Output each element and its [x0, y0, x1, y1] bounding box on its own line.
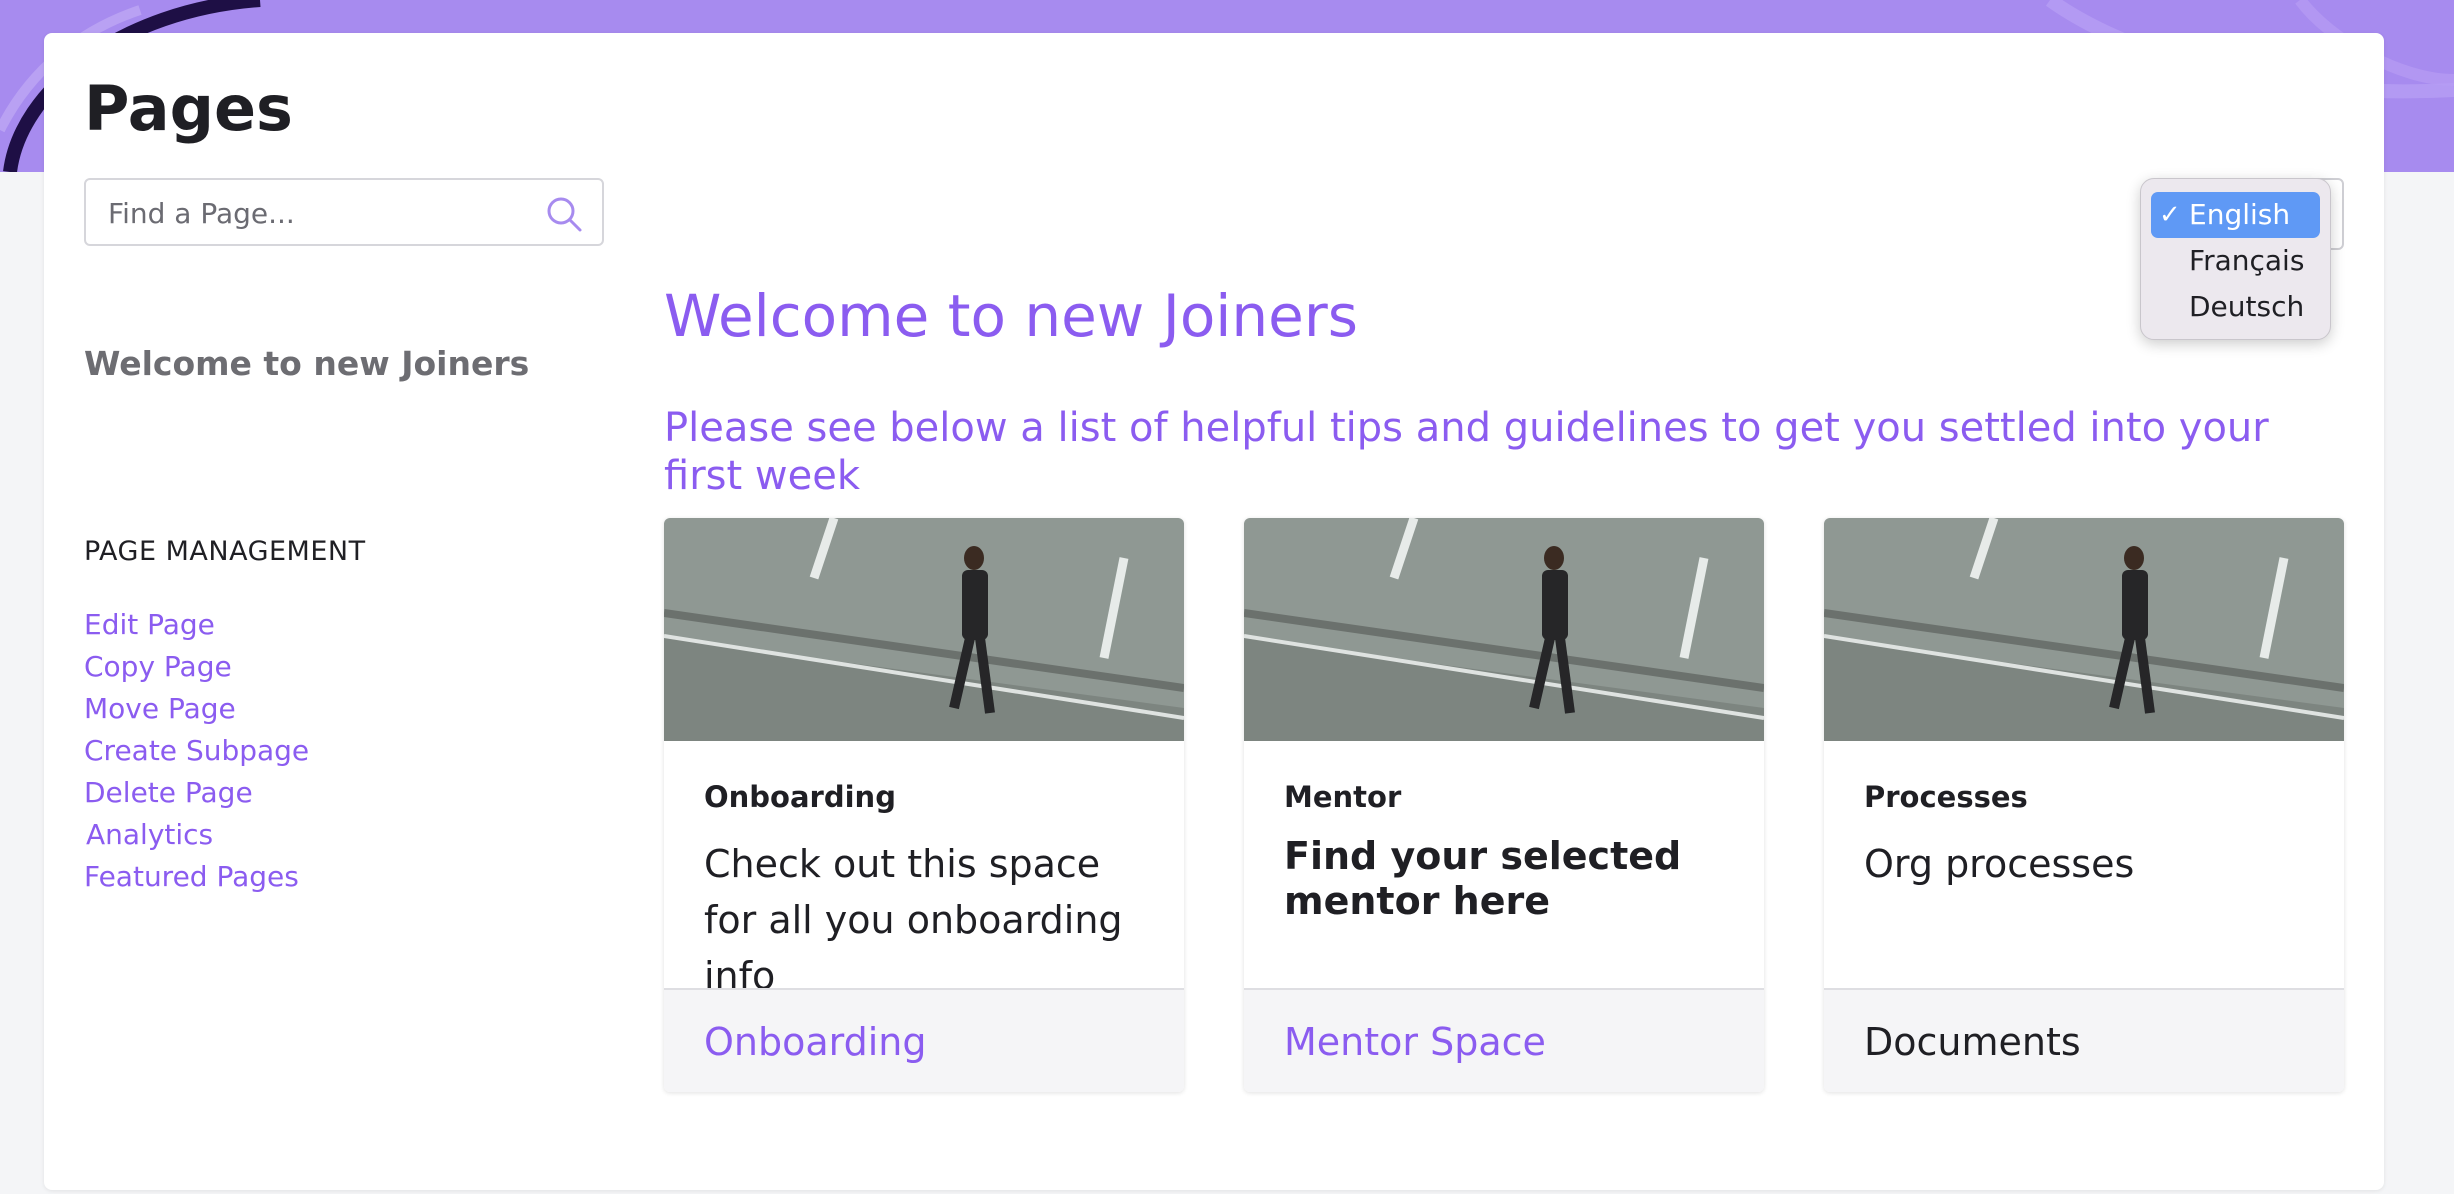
copy-page-link[interactable]: Copy Page — [84, 646, 309, 688]
language-option-label: English — [2189, 198, 2291, 231]
card-onboarding: Onboarding Check out this space for all … — [664, 518, 1184, 1092]
move-page-link[interactable]: Move Page — [84, 688, 309, 730]
card-footer: Documents — [1824, 988, 2344, 1092]
language-option-deutsch[interactable]: Deutsch — [2151, 284, 2320, 330]
main-subtitle: Please see below a list of helpful tips … — [664, 405, 2269, 499]
card-label: Mentor — [1284, 780, 1402, 814]
card-text: Check out this space for all you onboard… — [704, 842, 1123, 998]
card-label: Onboarding — [704, 780, 896, 814]
language-option-francais[interactable]: Français — [2151, 238, 2320, 284]
search-input[interactable] — [108, 194, 528, 232]
sidebar-current-page[interactable]: Welcome to new Joiners — [84, 344, 529, 383]
card-mentor: Mentor Find your selected mentor here Me… — [1244, 518, 1764, 1092]
card-processes: Processes Org processes Documents — [1824, 518, 2344, 1092]
language-dropdown-menu: ✓ English Français Deutsch — [2140, 178, 2331, 340]
page-title: Pages — [84, 72, 293, 145]
mentor-space-link[interactable]: Mentor Space — [1284, 1020, 1546, 1064]
documents-link[interactable]: Documents — [1864, 1020, 2081, 1064]
main-title: Welcome to new Joiners — [664, 282, 1358, 350]
card-image — [1824, 518, 2344, 741]
card-image — [664, 518, 1184, 741]
analytics-link[interactable]: Analytics — [84, 814, 309, 856]
create-subpage-link[interactable]: Create Subpage — [84, 730, 309, 772]
onboarding-link[interactable]: Onboarding — [704, 1020, 927, 1064]
language-option-label: Français — [2189, 244, 2305, 277]
featured-pages-link[interactable]: Featured Pages — [84, 856, 309, 898]
card-footer: Onboarding — [664, 988, 1184, 1092]
page-management-header: PAGE MANAGEMENT — [84, 536, 366, 567]
card-image — [1244, 518, 1764, 741]
search-box[interactable] — [84, 178, 604, 246]
search-icon[interactable] — [544, 194, 584, 234]
checkmark-icon: ✓ — [2159, 200, 2181, 230]
delete-page-link[interactable]: Delete Page — [84, 772, 309, 814]
language-option-label: Deutsch — [2189, 290, 2305, 323]
card-grid: Onboarding Check out this space for all … — [664, 518, 2346, 1092]
card-text: Find your selected mentor here — [1284, 834, 1682, 923]
edit-page-link[interactable]: Edit Page — [84, 604, 309, 646]
card-text: Org processes — [1864, 842, 2135, 886]
card-label: Processes — [1864, 780, 2028, 814]
language-option-english[interactable]: ✓ English — [2151, 192, 2320, 238]
card-footer: Mentor Space — [1244, 988, 1764, 1092]
page-management-links: Edit Page Copy Page Move Page Create Sub… — [84, 604, 309, 898]
